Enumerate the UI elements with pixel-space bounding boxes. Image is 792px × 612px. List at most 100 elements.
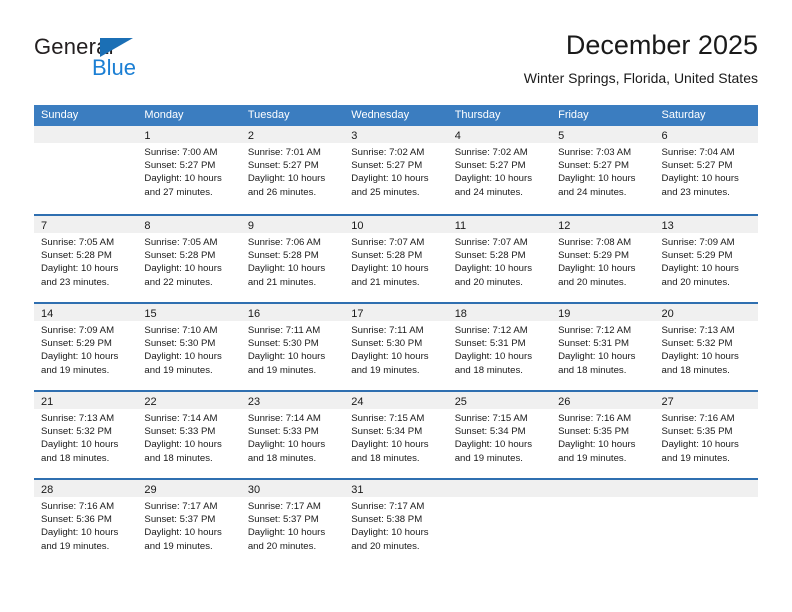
day-details: Sunrise: 7:12 AM Sunset: 5:31 PM Daylight:…	[551, 321, 654, 377]
day-detail-line: Sunset: 5:32 PM	[661, 338, 733, 350]
day-number-band: 10	[344, 216, 448, 233]
day-detail-line: Daylight: 10 hours	[247, 439, 326, 451]
calendar-day-cell[interactable]: 9 Sunrise: 7:06 AM Sunset: 5:28 PM Daylight…	[240, 216, 345, 302]
calendar-day-cell[interactable]: 15 Sunrise: 7:10 AM Sunset: 5:30 PM Dayligh…	[137, 304, 241, 390]
day-detail-line: Sunset: 5:36 PM	[41, 514, 112, 526]
calendar-day-cell[interactable]: 6 Sunrise: 7:04 AM Sunset: 5:27 PM Daylight…	[654, 126, 758, 214]
day-number-band	[551, 480, 655, 497]
calendar-day-cell[interactable]: 16 Sunrise: 7:11 AM Sunset: 5:30 PM Dayligh…	[240, 304, 345, 390]
day-detail-line: Sunset: 5:34 PM	[351, 426, 423, 438]
day-detail-line: Daylight: 10 hours	[144, 527, 222, 539]
day-detail-line: Sunrise: 7:16 AM	[661, 413, 735, 424]
calendar-day-cell[interactable]: 19 Sunrise: 7:12 AM Sunset: 5:31 PM Dayligh…	[551, 304, 655, 390]
day-number: 11	[454, 220, 467, 232]
day-number-band: 25	[447, 392, 552, 409]
calendar-day-cell[interactable]: 30 Sunrise: 7:17 AM Sunset: 5:37 PM Dayligh…	[240, 480, 345, 566]
day-detail-line: Daylight: 10 hours	[558, 263, 636, 275]
day-detail-line: Sunset: 5:27 PM	[454, 160, 526, 172]
calendar-day-cell[interactable]: 26 Sunrise: 7:16 AM Sunset: 5:35 PM Dayligh…	[551, 392, 655, 478]
calendar-day-cell[interactable]: 14 Sunrise: 7:09 AM Sunset: 5:29 PM Dayligh…	[34, 304, 138, 390]
day-number: 10	[351, 220, 364, 232]
day-detail-line: Sunset: 5:27 PM	[144, 160, 216, 172]
calendar-day-cell[interactable]: 21 Sunrise: 7:13 AM Sunset: 5:32 PM Dayligh…	[34, 392, 138, 478]
day-details: Sunrise: 7:14 AM Sunset: 5:33 PM Daylight:…	[137, 409, 240, 465]
calendar-day-cell[interactable]: 11 Sunrise: 7:07 AM Sunset: 5:28 PM Dayligh…	[447, 216, 552, 302]
day-number-band	[447, 480, 552, 497]
calendar-day-cell[interactable]: 5 Sunrise: 7:03 AM Sunset: 5:27 PM Daylight…	[551, 126, 655, 214]
day-detail-line: and 20 minutes.	[558, 276, 627, 288]
day-detail-line: Sunset: 5:28 PM	[144, 250, 216, 262]
day-details: Sunrise: 7:16 AM Sunset: 5:36 PM Daylight:…	[34, 497, 137, 553]
page-header: General Blue December 2025 Winter Spring…	[34, 28, 758, 96]
day-detail-line: Sunset: 5:29 PM	[41, 338, 112, 350]
day-number-band: 28	[34, 480, 138, 497]
calendar-day-cell-empty	[654, 480, 758, 566]
day-detail-line: Sunrise: 7:05 AM	[144, 237, 218, 248]
weekday-header-friday: Friday	[558, 109, 589, 121]
day-detail-line: Sunset: 5:27 PM	[351, 160, 423, 172]
day-detail-line: and 20 minutes.	[247, 540, 317, 552]
calendar-day-cell[interactable]: 12 Sunrise: 7:08 AM Sunset: 5:29 PM Dayligh…	[551, 216, 655, 302]
day-detail-line: and 20 minutes.	[454, 276, 523, 288]
calendar-day-cell[interactable]: 7 Sunrise: 7:05 AM Sunset: 5:28 PM Daylight…	[34, 216, 138, 302]
day-detail-line: Daylight: 10 hours	[144, 351, 222, 363]
calendar-day-cell[interactable]: 24 Sunrise: 7:15 AM Sunset: 5:34 PM Dayligh…	[344, 392, 448, 478]
day-detail-line: and 19 minutes.	[454, 452, 523, 464]
day-details: Sunrise: 7:05 AM Sunset: 5:28 PM Daylight:…	[137, 233, 240, 289]
day-detail-line: and 19 minutes.	[661, 452, 730, 464]
day-number-band: 3	[344, 126, 448, 143]
day-number: 23	[247, 396, 261, 408]
day-detail-line: Sunset: 5:28 PM	[247, 250, 319, 262]
calendar-day-cell[interactable]: 27 Sunrise: 7:16 AM Sunset: 5:35 PM Dayligh…	[654, 392, 758, 478]
weekday-header-row: Sunday Monday Tuesday Wednesday Thursday Frid…	[34, 105, 758, 126]
calendar-day-cell[interactable]: 2 Sunrise: 7:01 AM Sunset: 5:27 PM Daylight…	[240, 126, 345, 214]
day-detail-line: Sunrise: 7:06 AM	[247, 237, 321, 248]
calendar-day-cell[interactable]: 20 Sunrise: 7:13 AM Sunset: 5:32 PM Dayligh…	[654, 304, 758, 390]
day-number-band	[34, 126, 138, 143]
calendar-day-cell[interactable]: 4 Sunrise: 7:02 AM Sunset: 5:27 PM Daylight…	[447, 126, 552, 214]
weekday-header-tuesday: Tuesday	[247, 109, 290, 121]
calendar-day-cell[interactable]: 13 Sunrise: 7:09 AM Sunset: 5:29 PM Dayligh…	[654, 216, 758, 302]
general-blue-logo[interactable]: General Blue	[34, 34, 214, 88]
day-detail-line: and 18 minutes.	[247, 452, 317, 464]
calendar-day-cell[interactable]: 25 Sunrise: 7:15 AM Sunset: 5:34 PM Dayligh…	[447, 392, 552, 478]
day-detail-line: Sunset: 5:37 PM	[144, 514, 216, 526]
day-detail-line: and 21 minutes.	[247, 276, 317, 288]
day-detail-line: Sunrise: 7:14 AM	[144, 413, 218, 424]
day-number-band: 8	[137, 216, 241, 233]
day-number: 5	[558, 130, 565, 142]
calendar-day-cell[interactable]: 1 Sunrise: 7:00 AM Sunset: 5:27 PM Daylight…	[137, 126, 241, 214]
day-detail-line: Sunset: 5:35 PM	[558, 426, 630, 438]
weekday-header-wednesday: Wednesday	[351, 109, 410, 121]
day-detail-line: Sunrise: 7:00 AM	[144, 147, 218, 158]
calendar-day-cell[interactable]: 28 Sunrise: 7:16 AM Sunset: 5:36 PM Dayligh…	[34, 480, 138, 566]
calendar-day-cell[interactable]: 10 Sunrise: 7:07 AM Sunset: 5:28 PM Dayligh…	[344, 216, 448, 302]
day-detail-line: Daylight: 10 hours	[247, 351, 326, 363]
day-number: 20	[661, 308, 674, 320]
day-detail-line: Sunset: 5:28 PM	[41, 250, 112, 262]
day-number-band: 16	[240, 304, 345, 321]
day-number: 2	[247, 130, 254, 142]
day-detail-line: Daylight: 10 hours	[661, 351, 739, 363]
calendar-day-cell[interactable]: 17 Sunrise: 7:11 AM Sunset: 5:30 PM Dayligh…	[344, 304, 448, 390]
day-number: 21	[41, 396, 54, 408]
page-subtitle: Winter Springs, Florida, United States	[523, 70, 758, 86]
day-details: Sunrise: 7:09 AM Sunset: 5:29 PM Daylight:…	[34, 321, 137, 377]
day-details: Sunrise: 7:12 AM Sunset: 5:31 PM Daylight:…	[448, 321, 551, 377]
calendar-day-cell[interactable]: 23 Sunrise: 7:14 AM Sunset: 5:33 PM Dayligh…	[240, 392, 345, 478]
day-number-band: 4	[447, 126, 552, 143]
calendar-day-cell[interactable]: 29 Sunrise: 7:17 AM Sunset: 5:37 PM Dayligh…	[137, 480, 241, 566]
calendar-day-cell[interactable]: 22 Sunrise: 7:14 AM Sunset: 5:33 PM Dayligh…	[137, 392, 241, 478]
day-detail-line: and 18 minutes.	[661, 364, 730, 376]
day-detail-line: Sunrise: 7:09 AM	[41, 325, 115, 336]
day-number: 15	[144, 308, 157, 320]
calendar-day-cell[interactable]: 18 Sunrise: 7:12 AM Sunset: 5:31 PM Dayligh…	[447, 304, 552, 390]
day-details: Sunrise: 7:15 AM Sunset: 5:34 PM Daylight:…	[344, 409, 447, 465]
calendar-day-cell[interactable]: 31 Sunrise: 7:17 AM Sunset: 5:38 PM Dayligh…	[344, 480, 448, 566]
day-number-band: 13	[654, 216, 758, 233]
day-detail-line: Daylight: 10 hours	[247, 263, 326, 275]
calendar-day-cell[interactable]: 3 Sunrise: 7:02 AM Sunset: 5:27 PM Daylight…	[344, 126, 448, 214]
day-detail-line: Sunrise: 7:10 AM	[144, 325, 218, 336]
day-detail-line: and 18 minutes.	[558, 364, 627, 376]
calendar-day-cell[interactable]: 8 Sunrise: 7:05 AM Sunset: 5:28 PM Daylight…	[137, 216, 241, 302]
